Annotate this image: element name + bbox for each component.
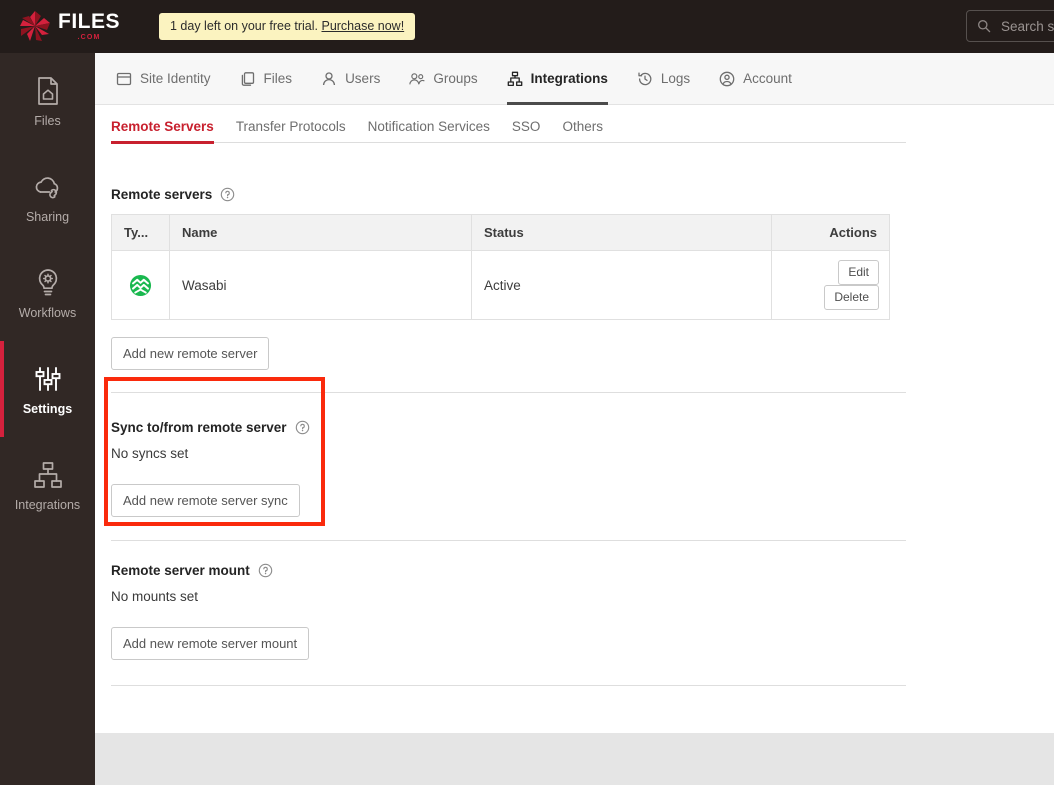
sliders-icon xyxy=(35,366,60,391)
cloud-link-icon xyxy=(35,176,58,198)
tab-label: Site Identity xyxy=(140,71,211,86)
search-icon xyxy=(978,20,991,33)
cell-name: Wasabi xyxy=(169,250,472,320)
logo-text-block: FILES .COM xyxy=(58,9,121,42)
help-icon[interactable] xyxy=(258,563,273,578)
tab-account[interactable]: Account xyxy=(719,53,792,105)
history-icon xyxy=(638,72,652,85)
subtab-transfer-protocols[interactable]: Transfer Protocols xyxy=(236,119,346,143)
sidebar-item-label: Settings xyxy=(22,401,73,416)
table-head: Ty... Name Status Actions xyxy=(111,214,890,251)
remote-servers-heading: Remote servers xyxy=(111,187,1054,202)
help-icon[interactable] xyxy=(295,420,310,435)
search-box[interactable]: Search s xyxy=(966,10,1054,42)
file-home-icon xyxy=(37,76,58,105)
account-circle-icon xyxy=(719,71,735,86)
add-mount-row: Add new remote server mount xyxy=(111,627,1054,660)
footer-background xyxy=(95,733,1054,785)
tab-site-identity[interactable]: Site Identity xyxy=(116,53,211,105)
copy-icon xyxy=(241,71,254,86)
remote-servers-table: Ty... Name Status Actions Wasabi Active … xyxy=(111,214,890,320)
add-sync-row: Add new remote server sync xyxy=(111,484,1054,517)
app-root: FILES .COM 1 day left on your free trial… xyxy=(0,0,1054,785)
logo-wordmark: FILES xyxy=(58,9,121,33)
sync-section-heading: Sync to/from remote server xyxy=(111,420,1054,435)
sidebar-item-integrations[interactable]: Integrations xyxy=(0,437,95,533)
remote-servers-heading-label: Remote servers xyxy=(111,187,213,202)
logo-dotcom: .COM xyxy=(77,33,101,41)
cell-actions: Edit Delete xyxy=(772,251,890,320)
sidebar-item-workflows[interactable]: Workflows xyxy=(0,245,95,341)
help-icon[interactable] xyxy=(220,187,235,202)
sidebar-item-label: Sharing xyxy=(25,209,70,224)
sitemap-icon xyxy=(507,71,522,86)
users-icon xyxy=(409,72,425,84)
tab-label: Integrations xyxy=(530,71,608,86)
integration-subtabs: Remote Servers Transfer Protocols Notifi… xyxy=(111,105,906,144)
col-name[interactable]: Name xyxy=(169,214,472,251)
table-header-row: Ty... Name Status Actions xyxy=(111,214,890,251)
sidebar-item-sharing[interactable]: Sharing xyxy=(0,149,95,245)
section-divider-3 xyxy=(111,685,906,686)
mount-section-heading: Remote server mount xyxy=(111,563,1054,578)
sidebar: Files Sharing Workflows Settings Integra… xyxy=(0,53,95,785)
files-logo[interactable]: FILES .COM xyxy=(18,7,121,47)
tab-logs[interactable]: Logs xyxy=(637,53,690,105)
mount-heading-label: Remote server mount xyxy=(111,563,250,578)
tab-files[interactable]: Files xyxy=(240,53,293,105)
sidebar-item-settings[interactable]: Settings xyxy=(0,341,95,437)
tab-label: Groups xyxy=(433,71,478,86)
section-divider-1 xyxy=(111,392,906,393)
sidebar-item-label: Integrations xyxy=(14,497,81,512)
add-new-remote-server-button[interactable]: Add new remote server xyxy=(111,337,270,370)
settings-tabbar: Site Identity Files Users Groups Integra… xyxy=(95,53,1054,105)
sync-empty-text: No syncs set xyxy=(111,446,189,461)
sitemap-icon xyxy=(33,461,62,488)
sync-heading-label: Sync to/from remote server xyxy=(111,420,287,435)
search-placeholder: Search s xyxy=(1001,18,1054,34)
table-body: Wasabi Active Edit Delete xyxy=(111,250,890,320)
subtab-remote-servers[interactable]: Remote Servers xyxy=(111,119,214,144)
cell-status: Active xyxy=(471,250,772,320)
tab-integrations[interactable]: Integrations xyxy=(506,53,609,105)
tab-users[interactable]: Users xyxy=(321,53,380,105)
add-new-remote-server-sync-button[interactable]: Add new remote server sync xyxy=(111,484,300,517)
wasabi-logo xyxy=(129,274,152,296)
main-panel: Site Identity Files Users Groups Integra… xyxy=(95,53,1054,733)
tab-label: Users xyxy=(345,71,381,86)
sidebar-item-files[interactable]: Files xyxy=(0,53,95,149)
cell-type xyxy=(111,250,170,320)
lightbulb-gear-icon xyxy=(38,268,57,295)
mount-empty-text: No mounts set xyxy=(111,589,199,604)
add-remote-server-row: Add new remote server xyxy=(111,337,1054,370)
delete-button[interactable]: Delete xyxy=(824,285,879,310)
tab-label: Logs xyxy=(660,71,691,86)
col-type[interactable]: Ty... xyxy=(111,214,170,251)
subtab-sso[interactable]: SSO xyxy=(512,119,541,143)
content-area: Remote servers Ty... Name Status Actions xyxy=(95,187,1054,686)
window-icon xyxy=(116,72,132,85)
subtab-notification-services[interactable]: Notification Services xyxy=(368,119,490,143)
tab-label: Account xyxy=(743,71,792,86)
sidebar-item-label: Workflows xyxy=(18,305,77,320)
purchase-now-link[interactable]: Purchase now! xyxy=(321,19,404,33)
subtab-others[interactable]: Others xyxy=(562,119,603,143)
edit-button[interactable]: Edit xyxy=(838,260,879,285)
col-status[interactable]: Status xyxy=(471,214,772,251)
section-divider-2 xyxy=(111,540,906,541)
col-actions: Actions xyxy=(771,214,890,251)
add-new-remote-server-mount-button[interactable]: Add new remote server mount xyxy=(111,627,310,660)
sidebar-item-label: Files xyxy=(34,113,61,128)
user-icon xyxy=(323,71,336,85)
top-bar: FILES .COM 1 day left on your free trial… xyxy=(0,0,1054,53)
trial-banner-text: 1 day left on your free trial. xyxy=(170,19,318,33)
tab-groups[interactable]: Groups xyxy=(409,53,478,105)
table-row[interactable]: Wasabi Active Edit Delete xyxy=(111,250,890,320)
pinwheel-logo-icon xyxy=(20,10,50,41)
trial-banner: 1 day left on your free trial. Purchase … xyxy=(159,13,416,40)
tab-label: Files xyxy=(263,71,293,86)
